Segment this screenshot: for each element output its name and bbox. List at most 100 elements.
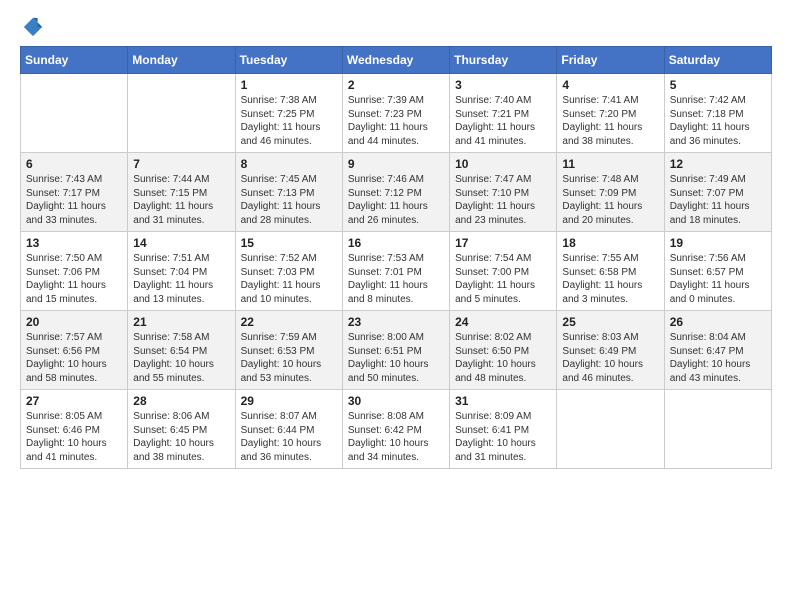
calendar-cell: 31 Sunrise: 8:09 AMSunset: 6:41 PMDaylig… <box>450 390 557 469</box>
day-number: 23 <box>348 315 444 329</box>
calendar-cell <box>557 390 664 469</box>
calendar-cell: 13 Sunrise: 7:50 AMSunset: 7:06 PMDaylig… <box>21 232 128 311</box>
day-number: 7 <box>133 157 229 171</box>
day-number: 20 <box>26 315 122 329</box>
day-info: Sunrise: 8:09 AMSunset: 6:41 PMDaylight:… <box>455 411 536 463</box>
col-monday: Monday <box>128 47 235 74</box>
day-number: 10 <box>455 157 551 171</box>
calendar-cell: 11 Sunrise: 7:48 AMSunset: 7:09 PMDaylig… <box>557 153 664 232</box>
calendar-cell: 22 Sunrise: 7:59 AMSunset: 6:53 PMDaylig… <box>235 311 342 390</box>
calendar-week-row-0: 1 Sunrise: 7:38 AMSunset: 7:25 PMDayligh… <box>21 74 772 153</box>
calendar-week-row-1: 6 Sunrise: 7:43 AMSunset: 7:17 PMDayligh… <box>21 153 772 232</box>
day-info: Sunrise: 8:08 AMSunset: 6:42 PMDaylight:… <box>348 411 429 463</box>
day-number: 21 <box>133 315 229 329</box>
day-number: 25 <box>562 315 658 329</box>
day-number: 15 <box>241 236 337 250</box>
day-number: 30 <box>348 394 444 408</box>
day-info: Sunrise: 7:57 AMSunset: 6:56 PMDaylight:… <box>26 332 107 384</box>
logo <box>20 16 44 38</box>
day-info: Sunrise: 7:55 AMSunset: 6:58 PMDaylight:… <box>562 253 642 305</box>
calendar-cell: 8 Sunrise: 7:45 AMSunset: 7:13 PMDayligh… <box>235 153 342 232</box>
day-info: Sunrise: 8:02 AMSunset: 6:50 PMDaylight:… <box>455 332 536 384</box>
col-wednesday: Wednesday <box>342 47 449 74</box>
day-info: Sunrise: 7:47 AMSunset: 7:10 PMDaylight:… <box>455 174 535 226</box>
calendar-cell: 5 Sunrise: 7:42 AMSunset: 7:18 PMDayligh… <box>664 74 771 153</box>
calendar-cell: 16 Sunrise: 7:53 AMSunset: 7:01 PMDaylig… <box>342 232 449 311</box>
day-number: 5 <box>670 78 766 92</box>
day-number: 18 <box>562 236 658 250</box>
day-info: Sunrise: 7:53 AMSunset: 7:01 PMDaylight:… <box>348 253 428 305</box>
day-info: Sunrise: 7:59 AMSunset: 6:53 PMDaylight:… <box>241 332 322 384</box>
calendar-cell: 23 Sunrise: 8:00 AMSunset: 6:51 PMDaylig… <box>342 311 449 390</box>
day-info: Sunrise: 7:46 AMSunset: 7:12 PMDaylight:… <box>348 174 428 226</box>
day-number: 31 <box>455 394 551 408</box>
col-sunday: Sunday <box>21 47 128 74</box>
day-number: 3 <box>455 78 551 92</box>
col-friday: Friday <box>557 47 664 74</box>
day-number: 6 <box>26 157 122 171</box>
calendar-cell <box>664 390 771 469</box>
day-number: 26 <box>670 315 766 329</box>
calendar-cell <box>128 74 235 153</box>
day-number: 24 <box>455 315 551 329</box>
day-info: Sunrise: 8:03 AMSunset: 6:49 PMDaylight:… <box>562 332 643 384</box>
calendar-cell: 29 Sunrise: 8:07 AMSunset: 6:44 PMDaylig… <box>235 390 342 469</box>
calendar-cell: 18 Sunrise: 7:55 AMSunset: 6:58 PMDaylig… <box>557 232 664 311</box>
calendar-cell: 14 Sunrise: 7:51 AMSunset: 7:04 PMDaylig… <box>128 232 235 311</box>
day-info: Sunrise: 7:38 AMSunset: 7:25 PMDaylight:… <box>241 95 321 147</box>
calendar-cell: 30 Sunrise: 8:08 AMSunset: 6:42 PMDaylig… <box>342 390 449 469</box>
calendar-cell: 15 Sunrise: 7:52 AMSunset: 7:03 PMDaylig… <box>235 232 342 311</box>
day-info: Sunrise: 7:49 AMSunset: 7:07 PMDaylight:… <box>670 174 750 226</box>
calendar-cell: 21 Sunrise: 7:58 AMSunset: 6:54 PMDaylig… <box>128 311 235 390</box>
calendar-cell: 25 Sunrise: 8:03 AMSunset: 6:49 PMDaylig… <box>557 311 664 390</box>
day-info: Sunrise: 7:39 AMSunset: 7:23 PMDaylight:… <box>348 95 428 147</box>
col-tuesday: Tuesday <box>235 47 342 74</box>
day-number: 29 <box>241 394 337 408</box>
day-number: 4 <box>562 78 658 92</box>
calendar-cell: 6 Sunrise: 7:43 AMSunset: 7:17 PMDayligh… <box>21 153 128 232</box>
calendar-cell: 4 Sunrise: 7:41 AMSunset: 7:20 PMDayligh… <box>557 74 664 153</box>
day-number: 16 <box>348 236 444 250</box>
day-info: Sunrise: 7:54 AMSunset: 7:00 PMDaylight:… <box>455 253 535 305</box>
day-info: Sunrise: 7:42 AMSunset: 7:18 PMDaylight:… <box>670 95 750 147</box>
day-number: 11 <box>562 157 658 171</box>
calendar: Sunday Monday Tuesday Wednesday Thursday… <box>20 46 772 469</box>
logo-text <box>20 16 44 38</box>
day-number: 14 <box>133 236 229 250</box>
day-number: 1 <box>241 78 337 92</box>
calendar-week-row-3: 20 Sunrise: 7:57 AMSunset: 6:56 PMDaylig… <box>21 311 772 390</box>
day-info: Sunrise: 7:40 AMSunset: 7:21 PMDaylight:… <box>455 95 535 147</box>
calendar-week-row-2: 13 Sunrise: 7:50 AMSunset: 7:06 PMDaylig… <box>21 232 772 311</box>
day-info: Sunrise: 7:48 AMSunset: 7:09 PMDaylight:… <box>562 174 642 226</box>
day-info: Sunrise: 7:58 AMSunset: 6:54 PMDaylight:… <box>133 332 214 384</box>
calendar-cell: 20 Sunrise: 7:57 AMSunset: 6:56 PMDaylig… <box>21 311 128 390</box>
day-number: 2 <box>348 78 444 92</box>
day-number: 27 <box>26 394 122 408</box>
logo-icon <box>22 16 44 38</box>
calendar-cell: 1 Sunrise: 7:38 AMSunset: 7:25 PMDayligh… <box>235 74 342 153</box>
calendar-cell: 3 Sunrise: 7:40 AMSunset: 7:21 PMDayligh… <box>450 74 557 153</box>
day-number: 19 <box>670 236 766 250</box>
calendar-cell: 17 Sunrise: 7:54 AMSunset: 7:00 PMDaylig… <box>450 232 557 311</box>
page: Sunday Monday Tuesday Wednesday Thursday… <box>0 0 792 612</box>
day-info: Sunrise: 8:06 AMSunset: 6:45 PMDaylight:… <box>133 411 214 463</box>
day-info: Sunrise: 7:45 AMSunset: 7:13 PMDaylight:… <box>241 174 321 226</box>
day-info: Sunrise: 8:07 AMSunset: 6:44 PMDaylight:… <box>241 411 322 463</box>
day-info: Sunrise: 7:52 AMSunset: 7:03 PMDaylight:… <box>241 253 321 305</box>
calendar-cell: 19 Sunrise: 7:56 AMSunset: 6:57 PMDaylig… <box>664 232 771 311</box>
day-number: 13 <box>26 236 122 250</box>
day-info: Sunrise: 8:04 AMSunset: 6:47 PMDaylight:… <box>670 332 751 384</box>
calendar-cell: 27 Sunrise: 8:05 AMSunset: 6:46 PMDaylig… <box>21 390 128 469</box>
day-info: Sunrise: 8:05 AMSunset: 6:46 PMDaylight:… <box>26 411 107 463</box>
day-info: Sunrise: 7:51 AMSunset: 7:04 PMDaylight:… <box>133 253 213 305</box>
calendar-week-row-4: 27 Sunrise: 8:05 AMSunset: 6:46 PMDaylig… <box>21 390 772 469</box>
day-info: Sunrise: 7:50 AMSunset: 7:06 PMDaylight:… <box>26 253 106 305</box>
day-number: 17 <box>455 236 551 250</box>
calendar-cell <box>21 74 128 153</box>
day-info: Sunrise: 7:41 AMSunset: 7:20 PMDaylight:… <box>562 95 642 147</box>
calendar-header-row: Sunday Monday Tuesday Wednesday Thursday… <box>21 47 772 74</box>
header <box>20 16 772 38</box>
calendar-cell: 9 Sunrise: 7:46 AMSunset: 7:12 PMDayligh… <box>342 153 449 232</box>
calendar-cell: 10 Sunrise: 7:47 AMSunset: 7:10 PMDaylig… <box>450 153 557 232</box>
day-info: Sunrise: 8:00 AMSunset: 6:51 PMDaylight:… <box>348 332 429 384</box>
